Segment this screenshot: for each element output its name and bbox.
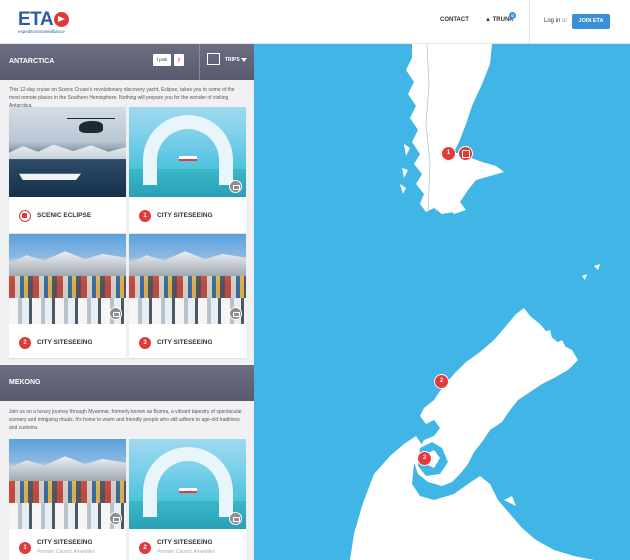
map-stop-pin[interactable]: 1 — [441, 146, 456, 161]
logo-text: ETA — [18, 9, 54, 30]
trips-divider — [199, 44, 200, 80]
gallery-icon[interactable] — [229, 512, 242, 525]
boat-shape — [179, 488, 197, 493]
harbor-photo — [9, 234, 126, 324]
nav-trunk-link[interactable]: ▲ TRUNK 0 — [485, 12, 516, 23]
page: ETA expeditiontravelalliance CONTACT ▲ T… — [0, 0, 630, 560]
chevron-down-icon[interactable] — [241, 58, 247, 62]
stop-number-pin: 3 — [139, 337, 151, 349]
eta-logo[interactable]: ETA expeditiontravelalliance — [18, 9, 78, 37]
helicopter-photo — [9, 107, 126, 197]
map-icon[interactable] — [207, 53, 220, 65]
route-map[interactable]: 1 2 3 — [254, 44, 630, 560]
ice-arch-shape — [143, 115, 233, 185]
logo-tagline: expeditiontravelalliance — [18, 29, 65, 34]
card-title: CITY SITESEEING — [157, 339, 213, 346]
ship-icon — [19, 210, 31, 222]
join-eta-button[interactable]: JOIN ETA — [572, 14, 610, 29]
map-stop-pin[interactable]: 2 — [434, 374, 449, 389]
town-shape — [9, 276, 126, 298]
card-subtitle: Premier Classic Amenities — [157, 549, 216, 555]
gallery-icon[interactable] — [109, 512, 122, 525]
section-title: ANTARCTICA — [9, 58, 55, 65]
top-header: ETA expeditiontravelalliance CONTACT ▲ T… — [0, 0, 630, 44]
town-shape — [9, 481, 126, 503]
card-title: CITY SITESEEING — [157, 539, 213, 546]
card-footer: 2 CITY SITESEEING Premier Classic Amenit… — [129, 529, 246, 560]
ship-icon[interactable] — [458, 146, 473, 161]
card-title: CITY SITESEEING — [37, 339, 93, 346]
mountain-shape — [9, 456, 126, 481]
card-title: SCENIC ECLIPSE — [37, 212, 92, 219]
stop-number-pin: 2 — [139, 542, 151, 554]
stop-card[interactable]: 1 CITY SITESEEING Premier Classic Amenit… — [9, 439, 126, 560]
section-description: Join us on a luxury journey through Myan… — [9, 409, 242, 431]
or-text: or — [562, 18, 568, 24]
town-shape — [129, 276, 246, 298]
card-footer: SCENIC ECLIPSE — [9, 197, 126, 233]
gallery-icon[interactable] — [229, 307, 242, 320]
card-footer: 1 CITY SITESEEING — [129, 197, 246, 233]
card-title: CITY SITESEEING — [37, 539, 93, 546]
helicopter-shape — [79, 121, 103, 133]
logo-arrow-icon — [54, 12, 69, 27]
gallery-icon[interactable] — [109, 307, 122, 320]
ship-shape — [19, 173, 81, 180]
trips-dropdown-label[interactable]: TRIPS — [225, 57, 240, 63]
map-stop-pin[interactable]: 3 — [417, 451, 432, 466]
stop-card[interactable]: SCENIC ECLIPSE — [9, 107, 126, 233]
section-header-antarctica: ANTARCTICA f pink p TRIPS — [0, 44, 254, 80]
card-title: CITY SITESEEING — [157, 212, 213, 219]
ice-arch-photo — [129, 439, 246, 529]
ice-arch-shape — [143, 447, 233, 517]
trunk-icon: ▲ — [485, 17, 493, 23]
card-footer: 3 CITY SITESEEING — [129, 324, 246, 360]
stop-card[interactable]: 1 CITY SITESEEING — [129, 107, 246, 233]
facebook-share-button[interactable]: f pink — [153, 54, 171, 66]
itinerary-sidebar[interactable]: ANTARCTICA f pink p TRIPS This 12-day cr… — [0, 44, 254, 560]
login-link[interactable]: Log in — [544, 18, 560, 24]
card-footer: 2 CITY SITESEEING — [9, 324, 126, 360]
rotor-shape — [67, 118, 115, 119]
header-divider — [529, 0, 530, 44]
gallery-icon[interactable] — [229, 180, 242, 193]
stop-number-pin: 1 — [139, 210, 151, 222]
stop-card[interactable]: 3 CITY SITESEEING — [129, 234, 246, 358]
nav-contact-link[interactable]: CONTACT — [440, 17, 469, 23]
ice-arch-photo — [129, 107, 246, 197]
stop-number-pin: 1 — [19, 542, 31, 554]
harbor-photo — [129, 234, 246, 324]
card-footer: 1 CITY SITESEEING Premier Classic Amenit… — [9, 529, 126, 560]
section-header-mekong: MEKONG — [0, 365, 254, 401]
stop-card[interactable]: 2 CITY SITESEEING Premier Classic Amenit… — [129, 439, 246, 560]
boat-shape — [179, 156, 197, 161]
pinterest-share-button[interactable]: p — [174, 54, 184, 66]
trunk-count-badge: 0 — [509, 12, 516, 19]
section-title: MEKONG — [9, 379, 41, 386]
card-subtitle: Premier Classic Amenities — [37, 549, 96, 555]
stop-card[interactable]: 2 CITY SITESEEING — [9, 234, 126, 358]
iceberg-shape — [9, 144, 126, 159]
stop-number-pin: 2 — [19, 337, 31, 349]
mountain-shape — [129, 251, 246, 276]
mountain-shape — [9, 251, 126, 276]
map-land — [350, 44, 600, 560]
harbor-photo — [9, 439, 126, 529]
